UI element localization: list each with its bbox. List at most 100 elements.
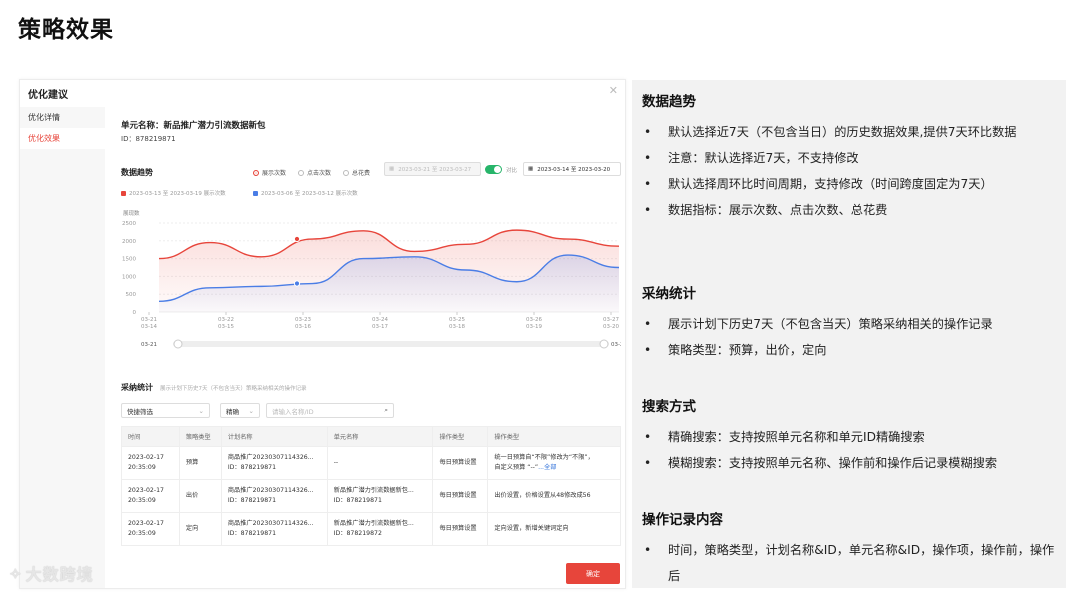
detail-text: 自定义预算 “--”	[494, 464, 539, 471]
show-all-link[interactable]: ...全部	[538, 464, 556, 471]
table-row: 2023-02-17 20:35:09 出价 商品推广20230307114326…	[121, 479, 621, 513]
search-input[interactable]: 请输入名称/ID ⌕	[266, 403, 394, 418]
date-range-text: 2023-03-21 至 2023-03-27	[398, 167, 472, 173]
y-tick-label: 2000	[122, 239, 136, 245]
note-item: 模糊搜索：支持按照单元名称、操作前和操作后记录模糊搜索	[642, 450, 1062, 476]
x-tick-label: 03-24	[372, 317, 388, 323]
radio-label: 总花费	[352, 170, 371, 177]
search-icon: ⌕	[384, 406, 388, 414]
y-tick-label: 0	[133, 310, 137, 316]
time-clock: 20:35:09	[128, 464, 156, 471]
legend-label: 2023-03-06 至 2023-03-12 展示次数	[261, 191, 358, 197]
note-title: 采纳统计	[642, 286, 696, 302]
adopt-title: 采纳统计	[121, 383, 153, 392]
date-range-text: 2023-03-14 至 2023-03-20	[537, 167, 611, 173]
y-axis-label: 展现数	[123, 209, 140, 217]
radio-label: 点击次数	[307, 170, 332, 177]
note-title: 操作记录内容	[642, 512, 723, 528]
radio-impressions[interactable]: 展示次数	[253, 168, 286, 177]
x-tick-label: 03-20	[603, 324, 619, 330]
column-header: 策略类型	[178, 426, 222, 447]
quick-filter-select[interactable]: 快捷筛选 ⌄	[121, 403, 210, 418]
plan-cell: 商品推广20230307114326... ID：878219871	[220, 512, 328, 546]
time-date: 2023-02-17	[128, 520, 164, 527]
x-tick-label: 03-25	[449, 317, 465, 323]
dialog-header: 优化建议 ✕	[20, 80, 625, 106]
radio-cost[interactable]: 总花费	[343, 168, 370, 177]
note-item: 数据指标：展示次数、点击次数、总花费	[642, 197, 1062, 223]
note-section-records: 操作记录内容 时间，策略类型，计划名称&ID，单元名称&ID，操作项，操作前，操…	[642, 508, 1062, 589]
unit-cell: 新品推广潜力引流数据新包... ID：878219871	[326, 479, 434, 513]
dialog-title: 优化建议	[28, 90, 68, 101]
search-mode-select[interactable]: 精确 ⌄	[220, 403, 260, 418]
y-tick-label: 2500	[122, 221, 136, 227]
calendar-icon: ▦	[528, 166, 534, 172]
column-header: 操作类型	[432, 426, 489, 447]
sidebar-item-effect[interactable]: 优化效果	[20, 128, 105, 149]
note-item: 默认选择近7天（不包含当日）的历史数据效果,提供7天环比数据	[642, 119, 1062, 145]
x-tick-label: 03-23	[295, 317, 311, 323]
page-title: 策略效果	[18, 17, 114, 43]
trend-chart: 展现数 0 500 1000 1500 2000 2500 03-21 03-14 03-22 03…	[121, 205, 621, 365]
range-slider-end-label: 03-27	[611, 342, 621, 348]
time-date: 2023-02-17	[128, 454, 164, 461]
chevron-down-icon: ⌄	[248, 406, 254, 415]
dialog-content: 单元名称：新品推广潜力引流数据新包 ID：878219871 数据趋势 展示次数…	[121, 110, 621, 588]
calendar-icon: ▦	[389, 166, 395, 172]
plan-name: 商品推广20230307114326...	[227, 454, 314, 461]
notes-panel: 数据趋势 默认选择近7天（不包含当日）的历史数据效果,提供7天环比数据 注意：默…	[632, 80, 1066, 588]
data-point-marker	[293, 235, 301, 243]
note-section-adopt: 采纳统计 展示计划下历史7天（不包含当天）策略采纳相关的操作记录 策略类型：预算…	[642, 282, 1062, 363]
range-slider-handle-end	[599, 339, 609, 349]
note-title: 数据趋势	[642, 94, 696, 110]
note-item: 时间，策略类型，计划名称&ID，单元名称&ID，操作项，操作前，操作后	[642, 537, 1062, 589]
note-item: 精确搜索：支持按照单元名称和单元ID精确搜索	[642, 424, 1062, 450]
plan-name: 商品推广20230307114326...	[227, 520, 314, 527]
legend-swatch	[253, 190, 258, 196]
x-tick-label: 03-17	[372, 324, 388, 330]
note-section-trend: 数据趋势 默认选择近7天（不包含当日）的历史数据效果,提供7天环比数据 注意：默…	[642, 90, 1062, 223]
range-slider-handle-start	[173, 339, 183, 349]
legend-item-previous: 2023-03-06 至 2023-03-12 展示次数	[253, 189, 358, 197]
metric-radio-group: 展示次数 点击次数 总花费	[253, 168, 370, 177]
date-range-picker-disabled: ▦ 2023-03-21 至 2023-03-27	[384, 162, 481, 176]
detail-cell: 统一日预算自“不限”修改为“不限”， 自定义预算 “--”...全部	[487, 446, 621, 480]
time-cell: 2023-02-17 20:35:09	[121, 479, 180, 513]
records-table: 时间 策略类型 计划名称 单元名称 操作类型 操作类型 2023-02-17 20…	[121, 426, 621, 546]
optimization-dialog: 优化建议 ✕ 优化详情 优化效果 单元名称：新品推广潜力引流数据新包 ID：87…	[19, 79, 626, 589]
legend-item-current: 2023-03-13 至 2023-03-19 展示次数	[121, 189, 226, 197]
x-tick-label: 03-22	[218, 317, 234, 323]
plan-id: ID：878219871	[227, 497, 277, 504]
unit-name: 单元名称：新品推广潜力引流数据新包	[121, 121, 266, 131]
op-cell: 每日预算设置	[432, 446, 489, 480]
note-item: 注意：默认选择近7天，不支持修改	[642, 145, 1062, 171]
plan-cell: 商品推广20230307114326... ID：878219871	[220, 446, 328, 480]
y-tick-label: 1000	[122, 274, 136, 280]
note-section-search: 搜索方式 精确搜索：支持按照单元名称和单元ID精确搜索 模糊搜索：支持按照单元名…	[642, 395, 1062, 476]
note-title: 搜索方式	[642, 399, 696, 415]
time-cell: 2023-02-17 20:35:09	[121, 446, 180, 480]
unit-id-cell: ID：878219871	[333, 497, 382, 504]
table-header-row: 时间 策略类型 计划名称 单元名称 操作类型 操作类型	[121, 426, 621, 447]
watermark-logo: ⟡ 大数跨境	[10, 561, 94, 585]
x-tick-label: 03-15	[218, 324, 234, 330]
date-range-picker-compare[interactable]: ▦ 2023-03-14 至 2023-03-20	[523, 162, 621, 176]
select-value: 精确	[226, 407, 239, 416]
chevron-down-icon: ⌄	[198, 406, 204, 415]
x-tick-label: 03-19	[526, 324, 542, 330]
compare-toggle[interactable]	[485, 165, 502, 174]
y-tick-label: 500	[126, 292, 137, 298]
op-cell: 每日预算设置	[432, 479, 489, 513]
confirm-button[interactable]: 确定	[566, 563, 620, 584]
close-icon[interactable]: ✕	[609, 84, 618, 97]
radio-dot-icon	[298, 169, 305, 176]
sidebar-item-details[interactable]: 优化详情	[20, 107, 105, 128]
unit-name-cell: 新品推广潜力引流数据新包...	[333, 487, 414, 494]
data-point-marker	[293, 280, 301, 287]
plan-id: ID：878219871	[227, 464, 277, 471]
trend-chart-svg: 展现数0500100015002000250003-2103-1403-2203…	[122, 209, 621, 349]
radio-dot-icon	[253, 169, 259, 176]
radio-clicks[interactable]: 点击次数	[298, 168, 331, 177]
compare-label: 对比	[506, 168, 518, 174]
time-clock: 20:35:09	[128, 497, 156, 504]
